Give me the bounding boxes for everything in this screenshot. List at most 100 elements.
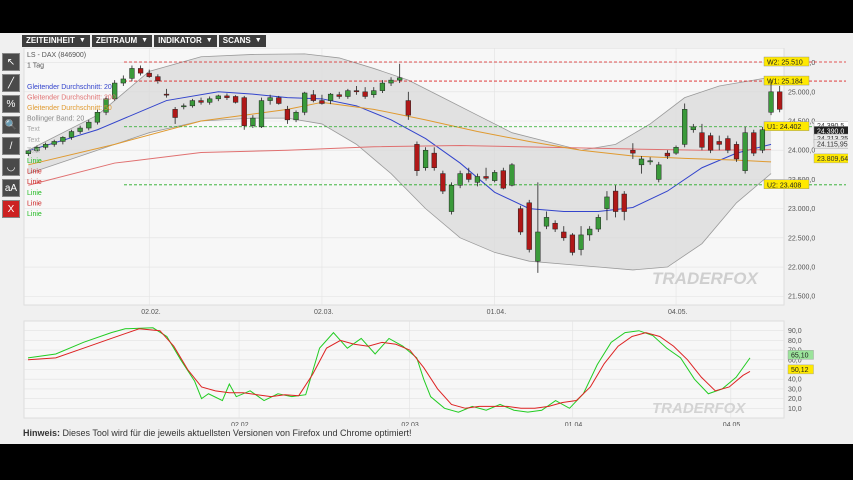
y-tick-label: 25.000,0	[788, 89, 815, 96]
candle-body	[207, 98, 213, 103]
candle-body	[664, 152, 671, 157]
candle-body	[526, 202, 532, 250]
candle-body	[405, 100, 411, 116]
legend-entry: Text	[27, 147, 40, 154]
price-tag-label: 23.809,64	[817, 156, 848, 163]
candle-body	[77, 127, 83, 132]
legend-entry: LS - DAX (846900)	[27, 52, 86, 59]
candle-body	[94, 112, 101, 123]
candle-body	[569, 234, 576, 253]
legend-entry: Text	[27, 126, 40, 133]
candle-body	[172, 109, 178, 118]
legend-entry: Gleitender Durchschnitt: 50	[27, 105, 112, 112]
menu-zeiteinheit[interactable]: ZEITEINHEIT ▼	[22, 35, 90, 47]
candle-body	[733, 144, 740, 160]
candle-body	[319, 100, 325, 104]
menu-scans-label: SCANS	[222, 36, 251, 45]
candle-body	[742, 132, 748, 171]
candle-body	[466, 173, 472, 180]
y-tick-label: 30,0	[788, 386, 802, 393]
candle-body	[500, 170, 506, 189]
delete-tool-icon[interactable]: X	[2, 200, 20, 218]
candle-body	[232, 96, 239, 103]
candle-body	[474, 176, 481, 183]
y-tick-label: 22.500,0	[788, 235, 815, 242]
level-tag-label: W1: 25.184	[767, 79, 803, 86]
y-tick-label: 90,0	[788, 328, 802, 335]
menu-zeitraum-label: ZEITRAUM	[95, 36, 138, 45]
candle-body	[716, 141, 722, 145]
candle-body	[414, 144, 420, 171]
candle-body	[483, 176, 489, 179]
trend-line-tool-icon[interactable]: /	[2, 137, 20, 155]
candle-body	[250, 117, 256, 126]
traderfox-watermark: TRADERFOX	[652, 400, 746, 417]
candle-body	[276, 97, 282, 104]
chart-canvas[interactable]: 21.500,022.000,022.500,023.000,023.500,0…	[22, 48, 848, 426]
candle-body	[267, 97, 273, 101]
hint-label: Hinweis:	[23, 428, 61, 438]
candle-body	[440, 173, 446, 192]
legend-entry: Linie	[27, 179, 42, 186]
candle-body	[379, 82, 386, 91]
x-tick-label: 02.02.	[231, 422, 251, 426]
candle-body	[284, 109, 291, 121]
candle-body	[682, 109, 688, 145]
candle-body	[690, 126, 696, 131]
candle-body	[68, 131, 75, 138]
candle-body	[457, 173, 463, 186]
pointer-tool-icon[interactable]: ↖	[2, 53, 20, 71]
level-tag-label: U1: 24.402	[767, 124, 801, 131]
candle-body	[388, 79, 394, 84]
candle-body	[336, 94, 342, 97]
candle-body	[725, 138, 731, 151]
candle-body	[673, 147, 679, 154]
menu-scans[interactable]: SCANS ▼	[218, 35, 266, 47]
legend-entry: Gleitender Durchschnitt: 200	[27, 94, 116, 101]
legend-entry: 1 Tag	[27, 63, 44, 70]
candle-body	[181, 105, 187, 108]
level-tag-label: W2: 25.510	[767, 60, 803, 67]
x-tick-label: 02.02.	[141, 309, 161, 316]
candle-body	[155, 76, 161, 81]
arc-tool-icon[interactable]: ◡	[2, 158, 20, 176]
price-tag-label: 24.115,95	[817, 141, 848, 148]
candle-body	[509, 164, 515, 186]
x-tick-label: 04.05.	[723, 422, 743, 426]
percent-tool-icon[interactable]: %	[2, 95, 20, 113]
candle-body	[587, 228, 593, 236]
line-tool-icon[interactable]: ╱	[2, 74, 20, 92]
candle-body	[146, 72, 152, 77]
candle-body	[42, 144, 49, 148]
candle-body	[431, 152, 437, 168]
candle-body	[656, 164, 662, 180]
candle-body	[51, 141, 57, 145]
candle-body	[751, 132, 757, 154]
menu-indikator[interactable]: INDIKATOR ▼	[154, 35, 217, 47]
chevron-down-icon: ▼	[141, 37, 149, 44]
candle-body	[241, 97, 247, 126]
candle-body	[552, 222, 558, 230]
candle-body	[353, 90, 360, 93]
level-tag-label: U2: 23.408	[767, 182, 801, 189]
candle-body	[258, 100, 265, 128]
menu-zeiteinheit-label: ZEITEINHEIT	[26, 36, 75, 45]
x-tick-label: 01.04.	[565, 422, 585, 426]
zoom-tool-icon[interactable]: 🔍	[2, 116, 20, 134]
candle-body	[699, 132, 705, 148]
legend-entry: Linie	[27, 169, 42, 176]
candle-body	[215, 95, 221, 100]
menu-zeitraum[interactable]: ZEITRAUM ▼	[91, 35, 153, 47]
menu-bar: ZEITEINHEIT ▼ ZEITRAUM ▼ INDIKATOR ▼ SCANS ▼	[22, 35, 266, 47]
candle-body	[397, 77, 403, 81]
candle-body	[647, 160, 653, 163]
candle-body	[638, 158, 645, 166]
text-tool-icon[interactable]: aA	[2, 179, 20, 197]
candle-body	[120, 78, 126, 84]
candle-body	[578, 234, 584, 250]
legend-entry: Linie	[27, 158, 42, 165]
candle-body	[60, 137, 66, 142]
y-tick-label: 40,0	[788, 377, 802, 384]
y-tick-label: 20,0	[788, 396, 802, 403]
y-tick-label: 24.000,0	[788, 148, 815, 155]
